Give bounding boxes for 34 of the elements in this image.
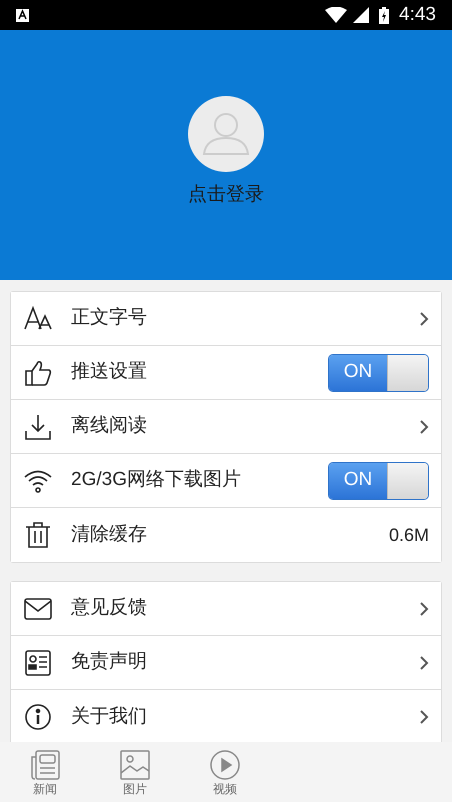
chevron-right-icon <box>419 709 429 725</box>
chevron-right-icon <box>419 654 429 670</box>
app-notification-icon <box>16 8 29 22</box>
setting-label: 2G/3G网络下载图片 <box>71 468 242 492</box>
setting-label: 正文字号 <box>71 306 148 330</box>
toggle-label: ON <box>329 354 387 390</box>
newspaper-icon <box>29 748 61 780</box>
play-icon <box>209 748 241 780</box>
login-link[interactable]: 点击登录 <box>188 181 264 210</box>
avatar-icon[interactable] <box>188 96 264 172</box>
status-time: 4:43 <box>399 2 436 27</box>
setting-label: 意见反馈 <box>71 596 148 620</box>
chevron-right-icon <box>419 310 429 326</box>
cell-signal-icon <box>353 7 370 23</box>
cache-size: 0.6M <box>388 524 429 546</box>
setting-label: 推送设置 <box>71 360 148 384</box>
trash-icon <box>23 520 53 550</box>
setting-label: 关于我们 <box>71 704 148 729</box>
setting-label: 离线阅读 <box>71 414 148 438</box>
image-icon <box>119 748 151 780</box>
settings-row[interactable]: 意见反馈 <box>11 582 441 636</box>
chevron-right-icon <box>419 600 429 616</box>
setting-label: 免责声明 <box>71 650 148 674</box>
toggle-label: ON <box>329 462 387 498</box>
chevron-right-icon <box>419 418 429 434</box>
info-icon <box>23 702 53 732</box>
battery-charging-icon <box>379 6 390 24</box>
tab-item[interactable]: 新闻 <box>0 742 90 802</box>
setting-label: 清除缓存 <box>71 522 148 547</box>
wifi-signal-icon <box>325 7 348 23</box>
tab-item[interactable]: 图片 <box>90 742 180 802</box>
id-card-icon <box>23 648 53 678</box>
tab-item[interactable]: 视频 <box>180 742 270 802</box>
settings-row[interactable]: 正文字号 <box>11 292 441 346</box>
